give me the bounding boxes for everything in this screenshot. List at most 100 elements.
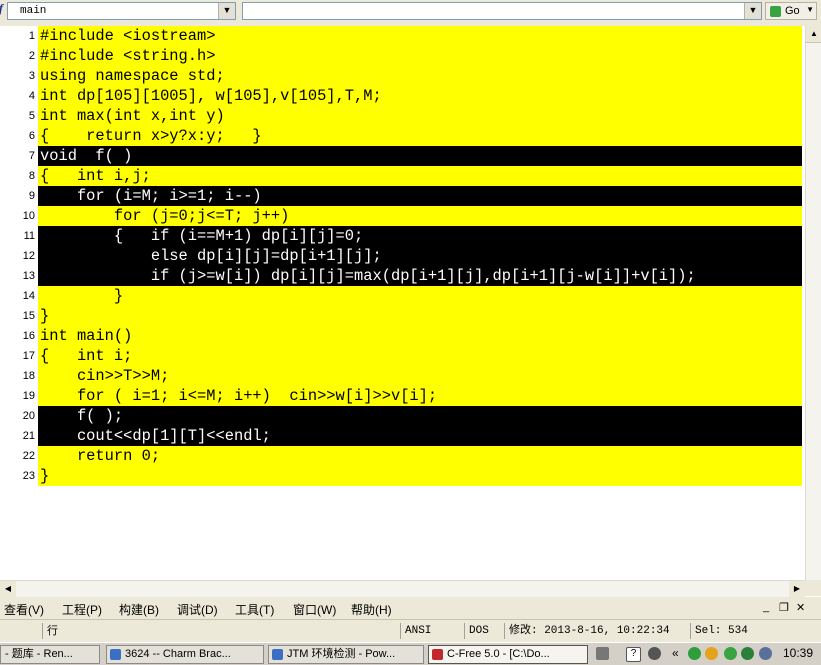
menu-view[interactable]: 查看(V) <box>4 601 44 618</box>
code-text: cout<<dp[1][T]<<endl; <box>40 427 271 445</box>
line-number: 3 <box>28 70 35 82</box>
task-button[interactable]: 3624 -- Charm Brac... <box>106 645 264 664</box>
status-line: 行 <box>42 623 98 639</box>
security-icon[interactable] <box>705 647 718 660</box>
code-line[interactable]: { return x>y?x:y; } <box>38 126 802 146</box>
tray-arrow-icon[interactable] <box>648 647 661 660</box>
code-line[interactable]: cin>>T>>M; <box>38 366 802 386</box>
code-text: using namespace std; <box>40 67 225 85</box>
code-text: for ( i=1; i<=M; i++) cin>>w[i]>>v[i]; <box>40 387 438 405</box>
code-text: f( ); <box>40 407 124 425</box>
line-number: 12 <box>22 250 35 262</box>
menu-help[interactable]: 帮助(H) <box>351 601 392 618</box>
code-line[interactable]: return 0; <box>38 446 802 466</box>
vertical-scrollbar[interactable]: ▲ <box>805 26 821 580</box>
code-line[interactable]: } <box>38 306 802 326</box>
keyboard-icon[interactable] <box>596 647 609 660</box>
task-button[interactable]: JTM 环境检测 - Pow... <box>268 645 424 664</box>
chevron-down-icon: ▼ <box>806 5 814 14</box>
line-number: 10 <box>22 210 35 222</box>
code-line[interactable]: #include <string.h> <box>38 46 802 66</box>
function-combo-value: main <box>20 5 47 17</box>
task-label: JTM 环境检测 - Pow... <box>287 648 396 660</box>
status-encoding: ANSI <box>400 623 462 639</box>
line-number: 16 <box>22 330 35 342</box>
line-number: 21 <box>22 430 35 442</box>
line-number: 4 <box>28 90 35 102</box>
line-number: 11 <box>23 230 35 242</box>
code-line[interactable]: for (i=M; i>=1; i--) <box>38 186 802 206</box>
status-bar: 行 ANSI DOS 修改: 2013-8-16, 10:22:34 Sel: … <box>0 619 821 642</box>
help-icon[interactable]: ? <box>626 647 641 662</box>
search-combo[interactable]: ▼ <box>242 2 762 20</box>
clock: 10:39 <box>783 646 814 660</box>
code-line[interactable]: { if (i==M+1) dp[i][j]=0; <box>38 226 802 246</box>
go-button[interactable]: Go ▼ <box>765 2 817 20</box>
scroll-left-icon[interactable]: ◀ <box>0 581 16 597</box>
code-line[interactable]: f( ); <box>38 406 802 426</box>
code-text: { return x>y?x:y; } <box>40 127 262 145</box>
code-text: int max(int x,int y) <box>40 107 225 125</box>
shield-icon[interactable] <box>724 647 737 660</box>
code-text: int main() <box>40 327 133 345</box>
task-label: - 题库 - Ren... <box>5 648 73 660</box>
horizontal-scrollbar[interactable]: ◀ ▶ <box>0 580 805 597</box>
line-number: 2 <box>28 50 35 62</box>
menu-debug[interactable]: 调试(D) <box>177 601 218 618</box>
menu-build[interactable]: 构建(B) <box>119 601 159 618</box>
code-line[interactable]: int dp[105][1005], w[105],v[105],T,M; <box>38 86 802 106</box>
restore-icon[interactable]: ❐ <box>779 601 789 614</box>
line-number: 13 <box>22 270 35 282</box>
code-line[interactable]: #include <iostream> <box>38 26 802 46</box>
network-icon[interactable] <box>688 647 701 660</box>
menu-window[interactable]: 窗口(W) <box>293 601 336 618</box>
code-line[interactable]: { int i; <box>38 346 802 366</box>
line-number: 9 <box>28 190 35 202</box>
task-button-active[interactable]: C-Free 5.0 - [C:\Do... <box>428 645 588 664</box>
code-line[interactable]: for (j=0;j<=T; j++) <box>38 206 802 226</box>
code-line[interactable]: using namespace std; <box>38 66 802 86</box>
code-line[interactable]: cout<<dp[1][T]<<endl; <box>38 426 802 446</box>
function-combo[interactable]: main ▼ <box>7 2 236 20</box>
browser-icon <box>272 649 283 660</box>
code-text: if (j>=w[i]) dp[i][j]=max(dp[i+1][j],dp[… <box>40 267 696 285</box>
scroll-right-icon[interactable]: ▶ <box>789 581 805 597</box>
code-line[interactable]: int max(int x,int y) <box>38 106 802 126</box>
code-text: void f( ) <box>40 147 133 165</box>
code-text: for (j=0;j<=T; j++) <box>40 207 290 225</box>
code-line[interactable]: if (j>=w[i]) dp[i][j]=max(dp[i+1][j],dp[… <box>38 266 802 286</box>
line-number: 6 <box>28 130 35 142</box>
code-line[interactable]: int main() <box>38 326 802 346</box>
code-line[interactable]: } <box>38 466 802 486</box>
menu-bar: 查看(V) 工程(P) 构建(B) 调试(D) 工具(T) 窗口(W) 帮助(H… <box>0 597 821 619</box>
browser-icon <box>110 649 121 660</box>
menu-tools[interactable]: 工具(T) <box>235 601 274 618</box>
status-line-ending: DOS <box>464 623 502 639</box>
chevron-down-icon[interactable]: ▼ <box>744 3 761 19</box>
code-text: for (i=M; i>=1; i--) <box>40 187 262 205</box>
monitor-icon[interactable] <box>759 647 772 660</box>
line-number: 5 <box>28 110 35 122</box>
code-line[interactable]: else dp[i][j]=dp[i+1][j]; <box>38 246 802 266</box>
code-line[interactable]: } <box>38 286 802 306</box>
editor-toolbar: f main ▼ ▼ Go ▼ <box>0 0 821 27</box>
close-icon[interactable]: ✕ <box>796 601 805 614</box>
code-text: #include <iostream> <box>40 27 216 45</box>
code-text: } <box>40 287 124 305</box>
scroll-up-icon[interactable]: ▲ <box>806 26 821 43</box>
chevron-down-icon[interactable]: ▼ <box>218 3 235 19</box>
code-editor[interactable]: 1 #include <iostream> 2 #include <string.h>… <box>0 26 821 596</box>
task-button[interactable]: - 题库 - Ren... <box>0 645 100 664</box>
code-line[interactable]: void f( ) <box>38 146 802 166</box>
code-text: } <box>40 307 50 325</box>
line-number: 17 <box>22 350 35 362</box>
minimize-icon[interactable]: _ <box>763 601 769 613</box>
antivirus-icon[interactable] <box>741 647 754 660</box>
code-text: #include <string.h> <box>40 47 216 65</box>
line-number: 14 <box>22 290 35 302</box>
expand-tray-icon[interactable]: « <box>672 646 679 660</box>
code-text: { int i,j; <box>40 167 151 185</box>
code-line[interactable]: { int i,j; <box>38 166 802 186</box>
menu-project[interactable]: 工程(P) <box>62 601 102 618</box>
code-line[interactable]: for ( i=1; i<=M; i++) cin>>w[i]>>v[i]; <box>38 386 802 406</box>
